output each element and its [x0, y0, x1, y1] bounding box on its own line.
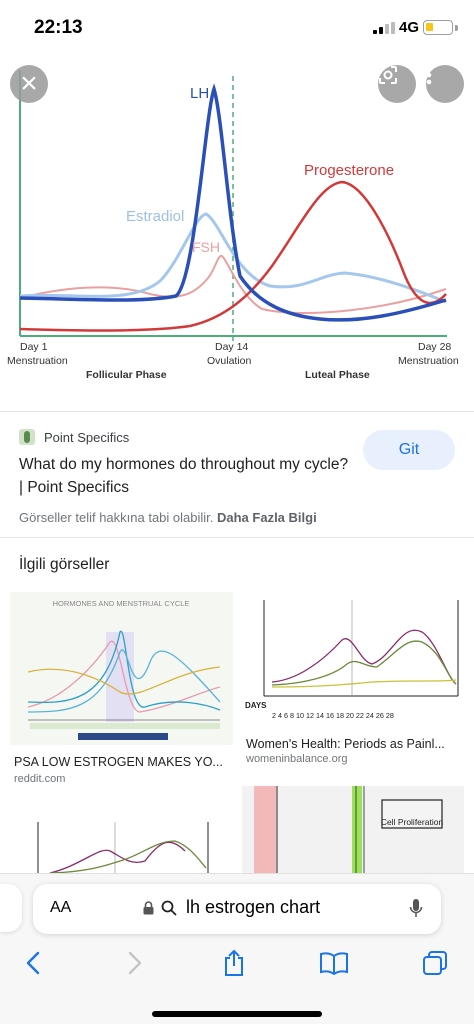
estradiol-label: Estradiol	[126, 208, 184, 225]
back-button[interactable]	[18, 948, 48, 978]
previous-tab-edge[interactable]	[0, 884, 22, 932]
lens-button[interactable]	[378, 65, 416, 103]
day14-label: Day 14	[215, 341, 248, 353]
related-image-2-graphic: DAYS 2 4 6 8 10 12 14 16 18 20 22 24 26 …	[245, 600, 459, 720]
lock-icon	[143, 901, 154, 915]
close-button[interactable]: ×	[10, 65, 48, 103]
related-1-source: reddit.com	[14, 773, 66, 785]
address-text[interactable]: lh estrogen chart	[186, 897, 320, 918]
follicular-phase-label: Follicular Phase	[86, 369, 167, 381]
bookmarks-button[interactable]	[319, 948, 349, 978]
thumb-2-axis-label: DAYS	[245, 701, 267, 710]
search-icon	[161, 900, 177, 916]
related-image-2[interactable]: DAYS 2 4 6 8 10 12 14 16 18 20 22 24 26 …	[242, 592, 464, 727]
signal-icon	[373, 22, 395, 34]
related-images-heading: İlgili görseller	[19, 556, 110, 573]
tabs-button[interactable]	[420, 948, 450, 978]
divider	[0, 537, 474, 538]
result-source[interactable]: Point Specifics	[19, 428, 129, 446]
address-bar[interactable]: AA lh estrogen chart	[33, 884, 441, 934]
fsh-label: FSH	[192, 239, 220, 255]
image-viewer[interactable]: LH Progesterone Estradiol FSH Day 1 Mens…	[0, 56, 474, 411]
chevron-right-icon	[128, 951, 142, 975]
status-bar: 22:13 4G	[0, 0, 474, 56]
ovulation-label: Ovulation	[207, 355, 252, 367]
more-options-button[interactable]	[426, 65, 464, 103]
copyright-text: Görseller telif hakkına tabi olabilir.	[19, 510, 214, 525]
copyright-notice: Görseller telif hakkına tabi olabilir. D…	[19, 510, 317, 525]
browser-toolbar: AA lh estrogen chart	[0, 873, 474, 1024]
day1-label: Day 1	[20, 341, 48, 353]
result-title-link[interactable]: What do my hormones do throughout my cyc…	[19, 453, 349, 499]
thumb-1-title: HORMONES AND MENSTRUAL CYCLE	[53, 599, 190, 608]
progesterone-label: Progesterone	[304, 162, 394, 179]
microphone-icon[interactable]	[409, 898, 423, 920]
more-vert-icon	[426, 65, 432, 85]
related-1-caption[interactable]: PSA LOW ESTROGEN MAKES YO...	[14, 755, 236, 769]
lh-label: LH	[190, 85, 209, 102]
related-image-4-graphic: Cell Proliferation	[254, 786, 444, 873]
related-2-caption[interactable]: Women's Health: Periods as Painl...	[246, 737, 468, 751]
lens-icon	[379, 66, 397, 84]
book-icon	[320, 952, 348, 975]
related-image-3[interactable]	[10, 806, 233, 873]
menstruation-left-label: Menstruation	[7, 355, 68, 367]
source-name: Point Specifics	[44, 429, 130, 445]
luteal-phase-label: Luteal Phase	[305, 369, 370, 381]
related-image-1[interactable]: HORMONES AND MENSTRUAL CYCLE	[10, 592, 233, 745]
status-time: 22:13	[34, 17, 83, 38]
related-2-source: womeninbalance.org	[246, 753, 348, 765]
battery-icon	[423, 20, 453, 35]
related-image-4[interactable]: Cell Proliferation	[242, 786, 464, 873]
aa-button[interactable]: AA	[50, 899, 71, 917]
share-button[interactable]	[219, 948, 249, 978]
home-indicator	[152, 1011, 322, 1017]
chevron-left-icon	[26, 951, 40, 975]
divider	[0, 411, 474, 412]
related-image-3-graphic	[37, 822, 209, 873]
close-icon: ×	[20, 67, 38, 100]
tabs-icon	[423, 951, 447, 975]
share-icon	[225, 949, 243, 976]
network-label: 4G	[399, 19, 420, 36]
visit-button[interactable]: Git	[363, 430, 455, 470]
thumb-4-box-label: Cell Proliferation	[381, 817, 444, 827]
thumb-2-days: 2 4 6 8 10 12 14 16 18 20 22 24 26 28	[272, 711, 394, 720]
more-info-link[interactable]: Daha Fazla Bilgi	[217, 510, 317, 525]
forward-button[interactable]	[120, 948, 150, 978]
day28-label: Day 28	[418, 341, 451, 353]
hormone-chart-image: LH Progesterone Estradiol FSH Day 1 Mens…	[7, 70, 459, 381]
related-image-1-graphic: HORMONES AND MENSTRUAL CYCLE	[27, 599, 221, 740]
site-favicon-icon	[19, 429, 35, 445]
menstruation-right-label: Menstruation	[398, 355, 459, 367]
